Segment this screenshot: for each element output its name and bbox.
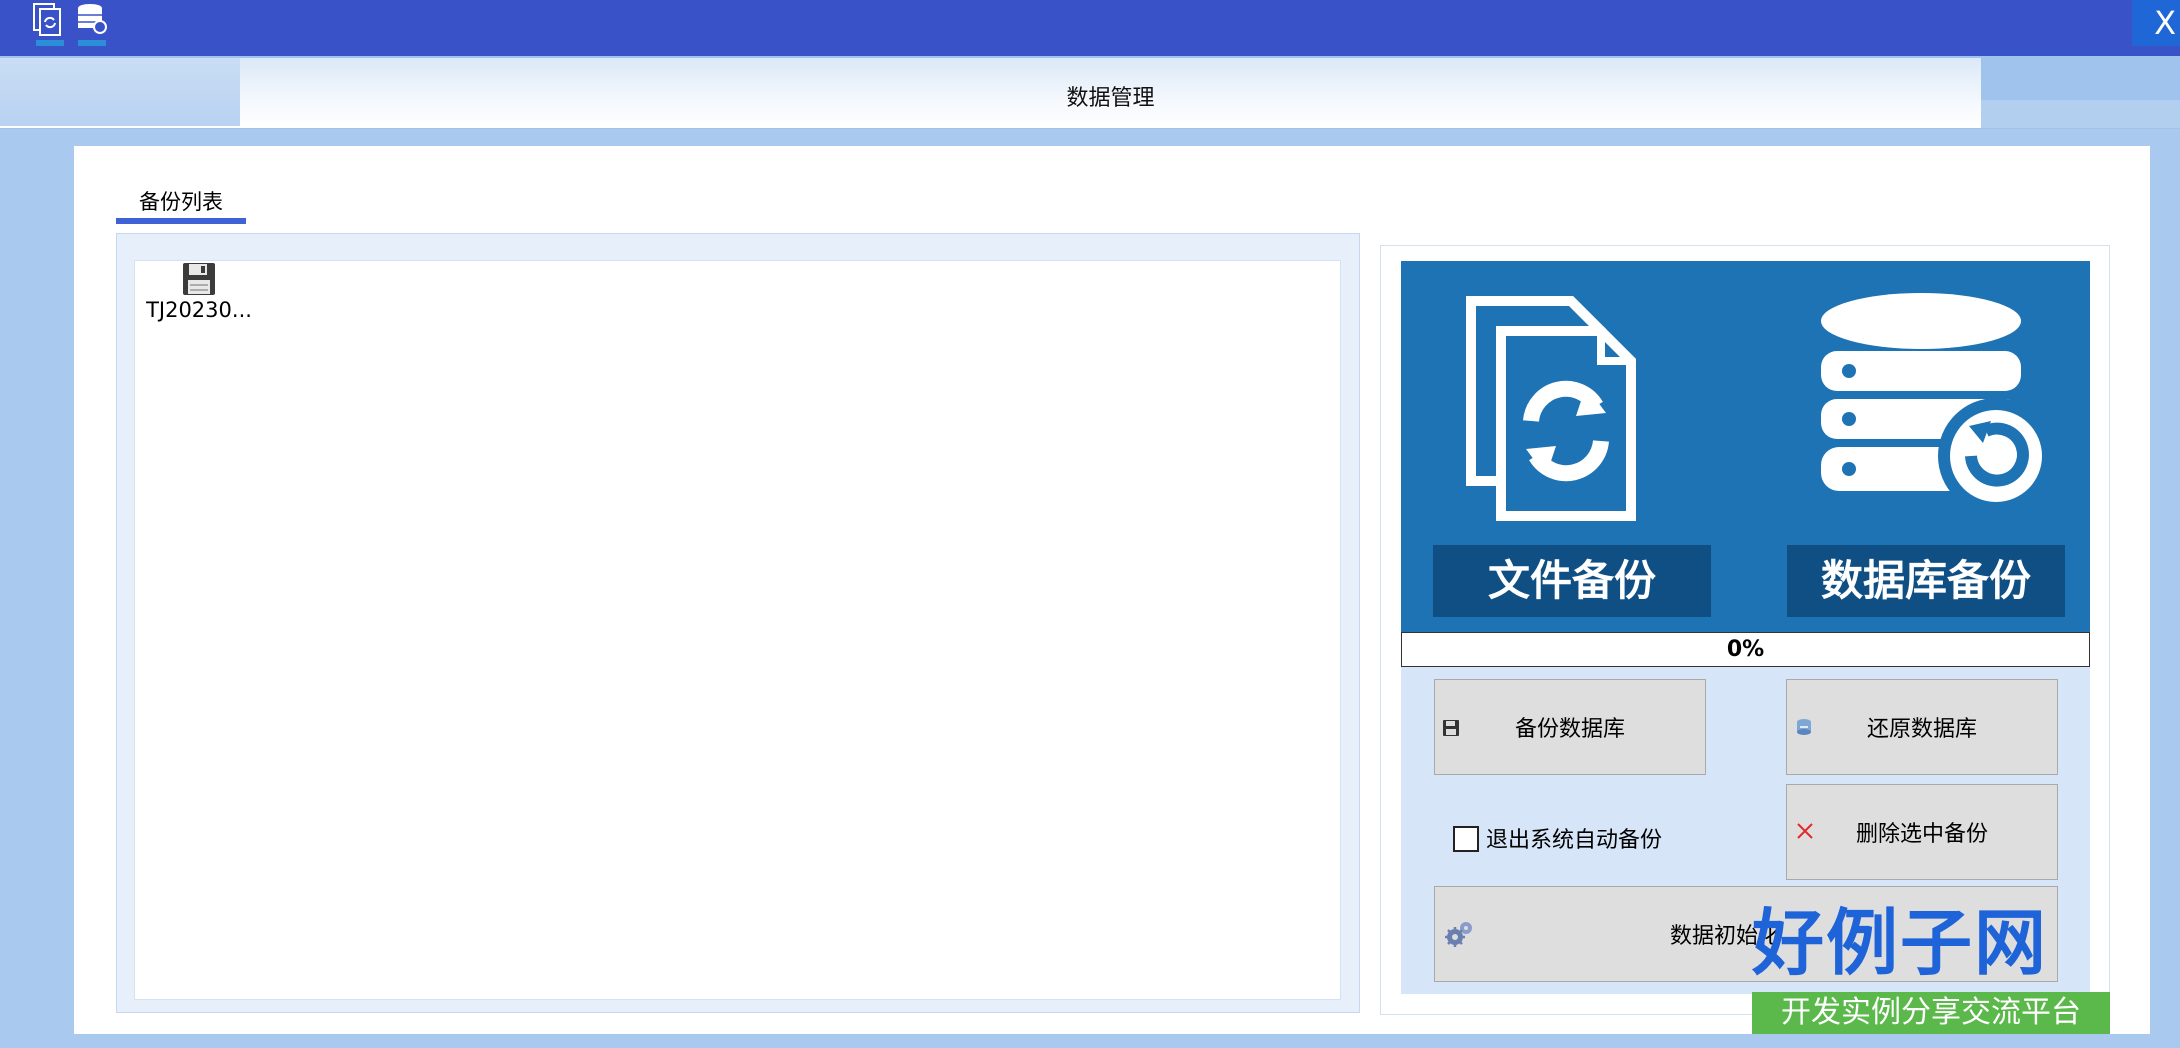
list-item[interactable]: TJ20230... <box>144 262 254 332</box>
close-button[interactable]: X <box>2132 0 2180 46</box>
backup-progress-bar: 0% <box>1401 632 2090 667</box>
database-backup-icon[interactable] <box>74 2 110 50</box>
title-bar: X <box>0 0 2180 56</box>
auto-backup-checkbox[interactable] <box>1453 826 1479 852</box>
watermark-brand: 好例子网 <box>1752 901 2049 985</box>
watermark-logo: 好例子网 开发实例分享交流平台 <box>1752 898 2152 1040</box>
restore-database-button[interactable]: 还原数据库 <box>1786 679 2058 775</box>
delete-selected-label: 删除选中备份 <box>1855 822 1988 847</box>
header-right-ledge <box>1981 100 2180 128</box>
backup-database-button[interactable]: 备份数据库 <box>1434 679 1706 775</box>
database-backup-label: 数据库备份 <box>1787 545 2065 617</box>
watermark-tagline: 开发实例分享交流平台 <box>1752 992 2110 1034</box>
backup-database-label: 备份数据库 <box>1514 717 1625 742</box>
backup-banner: 文件备份 数据库备份 <box>1401 261 2090 632</box>
tab-backup-list[interactable]: 备份列表 <box>116 180 246 224</box>
header-left-ledge <box>0 58 240 128</box>
file-backup-label: 文件备份 <box>1433 545 1711 617</box>
progress-text: 0% <box>1726 637 1765 662</box>
file-backup-illustration-icon <box>1466 296 1636 521</box>
restore-database-label: 还原数据库 <box>1866 717 1977 742</box>
file-backup-icon[interactable] <box>32 2 68 50</box>
page-title: 数据管理 <box>1066 86 1155 111</box>
tab-active-indicator <box>116 218 246 224</box>
header-title-panel: 数据管理 <box>240 58 1981 128</box>
list-item-name: TJ20230... <box>146 298 252 322</box>
auto-backup-label[interactable]: 退出系统自动备份 <box>1486 822 1662 854</box>
database-backup-illustration-icon <box>1821 293 2054 514</box>
backup-list[interactable] <box>134 260 1341 1000</box>
delete-selected-backup-button[interactable]: 删除选中备份 <box>1786 784 2058 880</box>
tab-label: 备份列表 <box>139 190 223 214</box>
header-divider <box>0 126 240 128</box>
floppy-disk-icon <box>182 262 216 300</box>
